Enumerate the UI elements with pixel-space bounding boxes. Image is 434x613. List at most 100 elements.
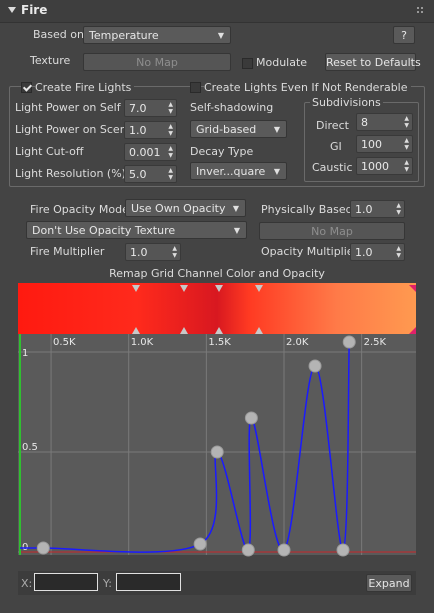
curve-control-point[interactable] (36, 541, 50, 555)
direct-label: Direct (316, 119, 349, 132)
caustic-spinner[interactable]: 1000 ▲ ▼ (356, 157, 413, 175)
spinner-arrows-icon[interactable]: ▲ ▼ (404, 159, 409, 173)
x-tick-label: 0.5K (53, 337, 76, 348)
curve-control-point[interactable] (308, 359, 322, 373)
curve-control-point[interactable] (336, 543, 350, 557)
spinner-arrows-icon[interactable]: ▲ ▼ (396, 245, 401, 259)
light-power-on-scene-label: Light Power on Scene (15, 123, 134, 136)
chevron-down-icon: ▼ (273, 125, 280, 134)
texture-label: Texture (30, 54, 71, 67)
chevron-down-icon: ▼ (273, 167, 280, 176)
chevron-down-icon: ▼ (232, 204, 239, 213)
triangle-down-icon[interactable] (8, 7, 16, 13)
modulate-label: Modulate (256, 56, 308, 69)
light-cutoff-value: 0.001 (129, 146, 161, 159)
gi-spinner[interactable]: 100 ▲ ▼ (356, 135, 413, 153)
curve-control-point[interactable] (193, 537, 207, 551)
color-gradient-bar[interactable] (18, 283, 416, 334)
fire-multiplier-label: Fire Multiplier (30, 245, 105, 258)
subdivisions-title: Subdivisions (310, 96, 383, 109)
opacity-multiplier-spinner[interactable]: 1.0 ▲ ▼ (350, 243, 405, 261)
x-tick-label: 1.0K (131, 337, 154, 348)
based-on-label: Based on (33, 28, 84, 41)
modulate-checkbox[interactable] (242, 58, 253, 69)
light-power-on-scene-spinner[interactable]: 1.0 ▲ ▼ (124, 121, 177, 139)
texture-map-button[interactable]: No Map (83, 53, 231, 71)
based-on-value: Temperature (89, 29, 159, 42)
fire-opacity-mode-value: Use Own Opacity (131, 202, 226, 215)
direct-spinner[interactable]: 8 ▲ ▼ (356, 113, 413, 131)
light-resolution-label: Light Resolution (%) (15, 167, 126, 180)
expand-button[interactable]: Expand (366, 574, 412, 592)
direct-value: 8 (361, 116, 368, 129)
based-on-dropdown[interactable]: Temperature ▼ (83, 26, 231, 44)
fire-multiplier-value: 1.0 (130, 246, 148, 259)
y-tick-label: 1 (22, 348, 28, 359)
opacity-multiplier-value: 1.0 (355, 246, 373, 259)
create-fire-lights-checkbox[interactable] (21, 82, 32, 93)
create-fire-lights-label: Create Fire Lights (35, 81, 135, 94)
caustic-label: Caustic (312, 161, 353, 174)
physically-based-value: 1.0 (355, 203, 373, 216)
plot-area[interactable] (18, 334, 416, 555)
decay-type-dropdown[interactable]: Inver...quare ▼ (190, 162, 287, 180)
gi-label: GI (330, 140, 342, 153)
spinner-arrows-icon[interactable]: ▲ ▼ (404, 115, 409, 129)
x-tick-label: 1.5K (208, 337, 231, 348)
light-power-on-self-label: Light Power on Self (15, 101, 121, 114)
reset-to-defaults-button[interactable]: Reset to Defaults (325, 53, 421, 71)
help-button[interactable]: ? (393, 26, 415, 44)
opacity-multiplier-label: Opacity Multiplier (261, 245, 359, 258)
rollout-title: Fire (21, 3, 48, 17)
create-lights-even-if-checkbox[interactable] (190, 82, 201, 93)
caustic-value: 1000 (361, 160, 389, 173)
light-resolution-spinner[interactable]: 5.0 ▲ ▼ (124, 165, 177, 183)
opacity-texture-value: Don't Use Opacity Texture (32, 224, 176, 237)
decay-type-value: Inver...quare (196, 165, 266, 178)
x-tick-label: 2.5K (364, 337, 387, 348)
fire-opacity-mode-dropdown[interactable]: Use Own Opacity ▼ (125, 199, 246, 217)
spinner-arrows-icon[interactable]: ▲ ▼ (168, 167, 173, 181)
light-resolution-value: 5.0 (129, 168, 147, 181)
curve-control-point[interactable] (241, 543, 255, 557)
curve-control-point[interactable] (342, 335, 356, 349)
spinner-arrows-icon[interactable]: ▲ ▼ (396, 202, 401, 216)
y-field-label: Y: (103, 577, 112, 590)
rollout-header[interactable]: Fire (0, 0, 434, 23)
opacity-map-button[interactable]: No Map (259, 222, 405, 240)
curve-editor-title: Remap Grid Channel Color and Opacity (109, 267, 325, 280)
opacity-texture-dropdown[interactable]: Don't Use Opacity Texture ▼ (26, 221, 247, 239)
create-lights-even-if-label: Create Lights Even If Not Renderable (204, 81, 411, 94)
spinner-arrows-icon[interactable]: ▲ ▼ (168, 145, 173, 159)
light-cutoff-label: Light Cut-off (15, 145, 84, 158)
curve-control-point[interactable] (210, 445, 224, 459)
x-tick-label: 2.0K (286, 337, 309, 348)
x-field-label: X: (21, 577, 33, 590)
curve-editor[interactable]: 0.5K 1.0K 1.5K 2.0K 2.5K 10.50 (18, 283, 416, 574)
light-power-on-self-spinner[interactable]: 7.0 ▲ ▼ (124, 99, 177, 117)
curve-control-point[interactable] (277, 543, 291, 557)
chevron-down-icon: ▼ (233, 226, 240, 235)
y-field[interactable] (116, 573, 181, 591)
fire-opacity-mode-label: Fire Opacity Mode (30, 203, 129, 216)
chevron-down-icon: ▼ (217, 31, 224, 40)
spinner-arrows-icon[interactable]: ▲ ▼ (172, 245, 177, 259)
physically-based-spinner[interactable]: 1.0 ▲ ▼ (350, 200, 405, 218)
decay-type-label: Decay Type (190, 145, 254, 158)
dots-grip-icon[interactable] (416, 6, 424, 14)
physically-based-label: Physically Based (261, 203, 353, 216)
self-shadowing-dropdown[interactable]: Grid-based ▼ (190, 120, 287, 138)
spinner-arrows-icon[interactable]: ▲ ▼ (168, 123, 173, 137)
self-shadowing-label: Self-shadowing (190, 101, 274, 114)
gi-value: 100 (361, 138, 382, 151)
x-field[interactable] (34, 573, 98, 591)
spinner-arrows-icon[interactable]: ▲ ▼ (168, 101, 173, 115)
fire-multiplier-spinner[interactable]: 1.0 ▲ ▼ (125, 243, 181, 261)
self-shadowing-value: Grid-based (196, 123, 257, 136)
y-tick-label: 0.5 (22, 442, 38, 453)
spinner-arrows-icon[interactable]: ▲ ▼ (404, 137, 409, 151)
light-cutoff-spinner[interactable]: 0.001 ▲ ▼ (124, 143, 177, 161)
light-power-on-scene-value: 1.0 (129, 124, 147, 137)
light-power-on-self-value: 7.0 (129, 102, 147, 115)
curve-control-point[interactable] (244, 411, 258, 425)
